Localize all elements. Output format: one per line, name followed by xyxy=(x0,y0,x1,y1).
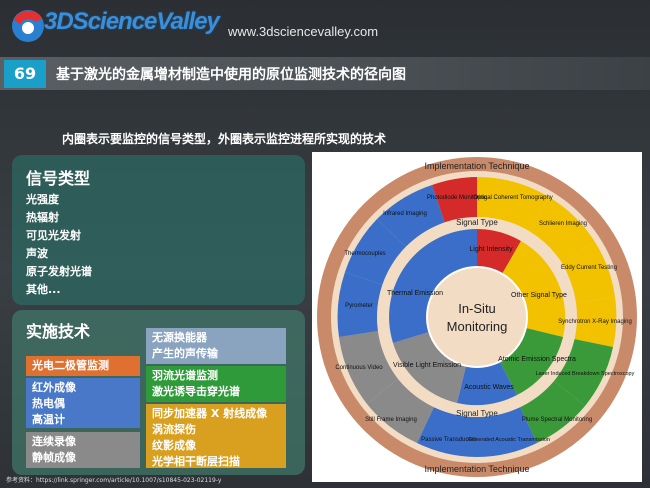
subtitle: 内圈表示要监控的信号类型，外圈表示监控进程所实现的技术 xyxy=(62,132,387,146)
site-url[interactable]: www.3dsciencevalley.com xyxy=(228,24,378,39)
box-line: 羽流光谱监测 xyxy=(152,369,218,382)
inner-ring-label-top: Signal Type xyxy=(456,218,498,227)
center-label-1: In-Situ xyxy=(458,301,496,316)
passive-transducer-box: 无源换能器 产生的声传输 xyxy=(146,328,286,364)
signal-type-heading: 信号类型 xyxy=(26,169,91,188)
radial-diagram: In-Situ Monitoring Implementation Techni… xyxy=(312,152,642,482)
box-line: 热电偶 xyxy=(32,397,65,410)
outer-ring-label-top: Implementation Technique xyxy=(425,161,530,171)
tech-label: Plume Spectral Monitoring xyxy=(522,417,592,423)
signal-type-list: 光强度 热辐射 可见光发射 声波 原子发射光谱 其他... xyxy=(26,191,92,299)
tech-label: Pyrometer xyxy=(345,303,373,309)
box-line: 无源换能器 xyxy=(152,331,207,344)
slide-number: 69 xyxy=(4,60,46,88)
signal-type-panel: 信号类型 光强度 热辐射 可见光发射 声波 原子发射光谱 其他... xyxy=(12,155,305,305)
box-line: 涡流探伤 xyxy=(152,423,196,436)
signal-item: 其他... xyxy=(26,283,61,296)
box-line: 激光诱导击穿光谱 xyxy=(152,385,240,398)
center-circle xyxy=(426,266,528,368)
signal-item: 热辐射 xyxy=(26,211,59,224)
logo-globe-icon xyxy=(12,10,44,42)
photodiode-box: 光电二极管监测 xyxy=(26,356,140,376)
box-line: 产生的声传输 xyxy=(152,347,218,360)
box-line: 连续录像 xyxy=(32,435,76,448)
thermal-box: 红外成像 热电偶 高温计 xyxy=(26,378,140,428)
tech-label: Eddy Current Testing xyxy=(561,265,617,271)
page-title: 基于激光的金属增材制造中使用的原位监测技术的径向图 xyxy=(56,67,406,83)
sig-label: Light Intensity xyxy=(469,246,513,253)
tech-label: Passive Transducers xyxy=(421,437,477,443)
box-line: 同步加速器 X 射线成像 xyxy=(152,407,268,420)
tech-label: Thermocouples xyxy=(344,251,385,257)
box-line: 光学相干断层扫描 xyxy=(152,455,240,468)
tech-label: Laser Induced Breakdown Spectroscopy xyxy=(536,371,635,377)
footer-reference[interactable]: 参考资料：https://link.springer.com/article/1… xyxy=(6,475,221,484)
logo-text: 3DScienceValley xyxy=(44,8,220,35)
video-box: 连续录像 静帧成像 xyxy=(26,432,140,468)
signal-item: 可见光发射 xyxy=(26,229,81,242)
technique-heading: 实施技术 xyxy=(26,322,91,341)
tech-label: Optical Coherent Tomography xyxy=(473,195,553,201)
tech-label: Infrared Imaging xyxy=(383,211,427,217)
box-line: 纹影成像 xyxy=(152,439,196,452)
center-label-2: Monitoring xyxy=(447,319,508,334)
sig-label: Atomic Emission Spectra xyxy=(498,356,576,363)
sig-label: Visible Light Emission xyxy=(393,362,461,369)
box-line: 静帧成像 xyxy=(32,451,76,464)
other-tech-box: 同步加速器 X 射线成像 涡流探伤 纹影成像 光学相干断层扫描 xyxy=(146,404,286,468)
tech-label: Schlieren Imaging xyxy=(539,221,587,227)
signal-item: 原子发射光谱 xyxy=(26,265,92,278)
box-line: 光电二极管监测 xyxy=(32,359,109,372)
spectral-box: 羽流光谱监测 激光诱导击穿光谱 xyxy=(146,366,286,402)
tech-label: Continuous Video xyxy=(335,365,383,371)
box-line: 红外成像 xyxy=(32,381,76,394)
tech-label: Still Frame Imaging xyxy=(365,417,417,423)
sig-label: Other Signal Type xyxy=(511,292,567,299)
signal-item: 光强度 xyxy=(26,193,59,206)
tech-label: Synchrotron X-Ray Imaging xyxy=(558,319,632,325)
tech-label: Generated Acoustic Transmission xyxy=(468,437,550,443)
inner-ring-label-bottom: Signal Type xyxy=(456,409,498,418)
box-line: 高温计 xyxy=(32,413,65,426)
sig-label: Acoustic Waves xyxy=(464,384,514,391)
sig-label: Thermal Emission xyxy=(387,290,443,297)
outer-ring-label-bottom: Implementation Technique xyxy=(425,464,530,474)
signal-item: 声波 xyxy=(26,247,48,260)
